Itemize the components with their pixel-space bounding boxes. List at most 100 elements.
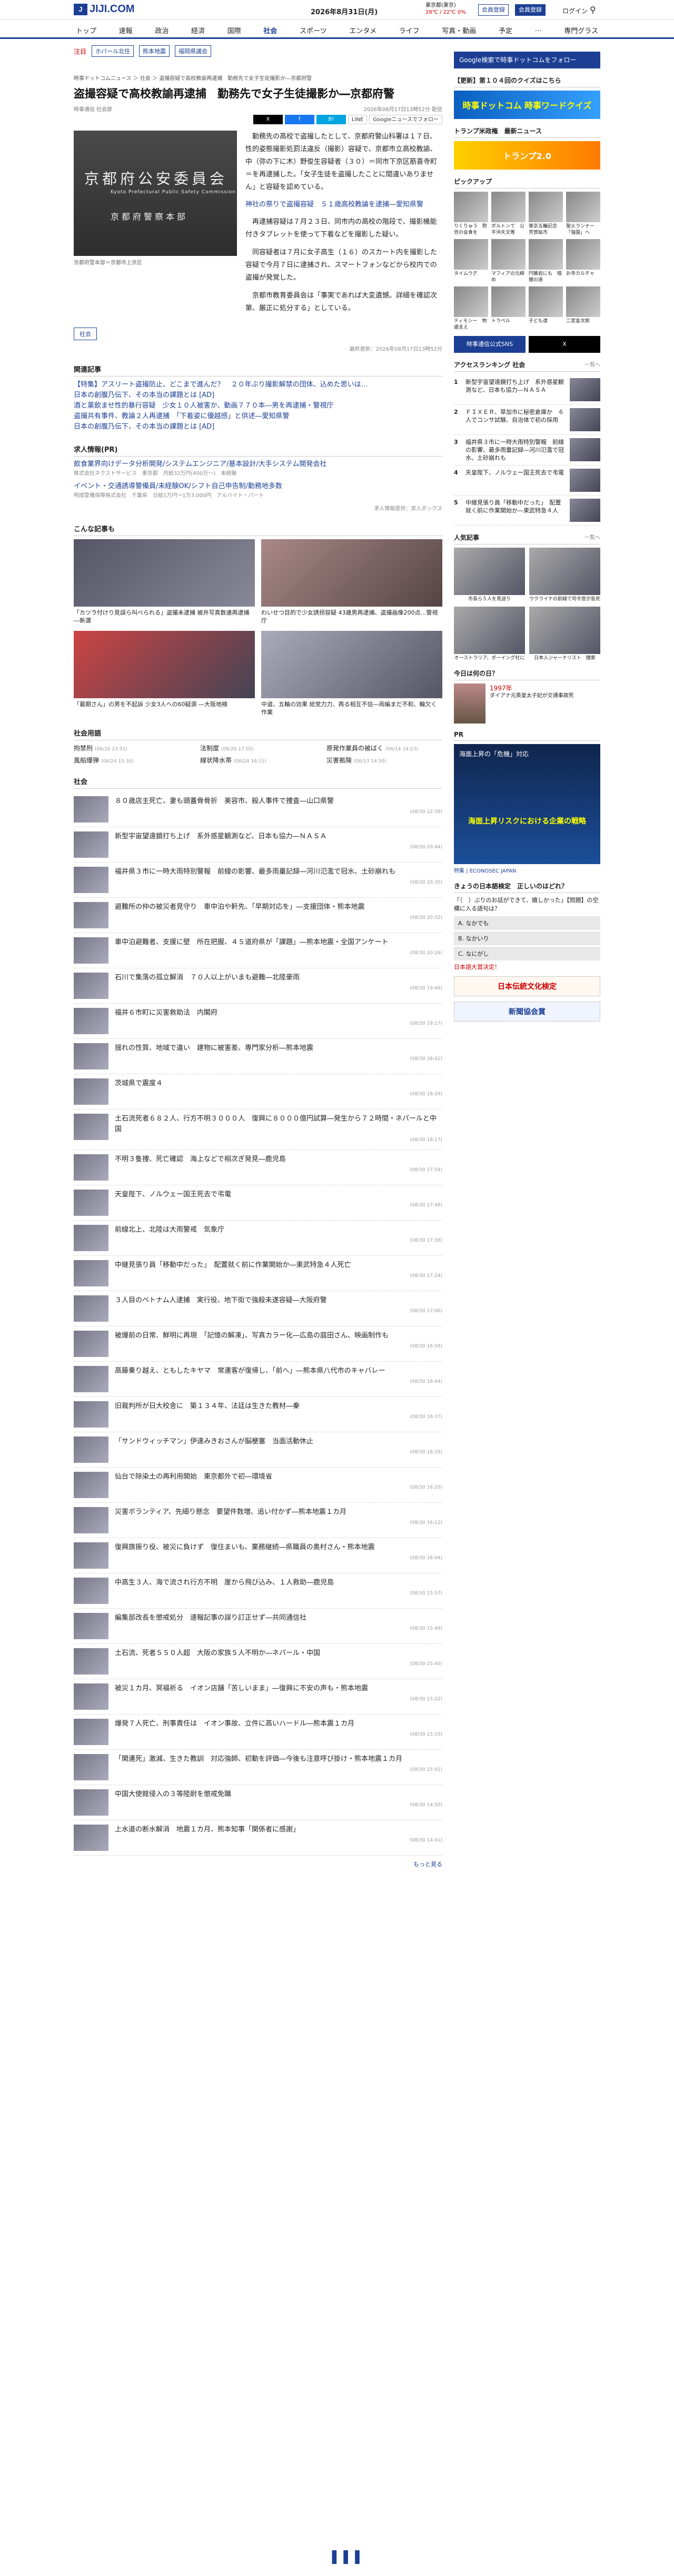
- recommend-card[interactable]: 「カツラ付けり見誤ら叫べられる」盗撮未逮捕 被弁写真数連再逮捕―新選: [74, 539, 255, 625]
- ranking-item[interactable]: 1 新型宇宙望遠鏡打ち上げ 系外惑星観測など、日本も協力―ＮＡＳＡ: [454, 375, 600, 405]
- nav-item[interactable]: トップ: [74, 24, 98, 36]
- pickup-item[interactable]: 東京五輪記念 芳賀紘市: [529, 192, 563, 236]
- pickup-item[interactable]: お寺カルチャ: [566, 239, 600, 283]
- nav-item[interactable]: エンタメ: [347, 24, 379, 36]
- trending-tag[interactable]: 福岡県議会: [175, 45, 212, 57]
- keyword-item[interactable]: 法制度 (06/26 17:05): [200, 744, 316, 752]
- society-item[interactable]: 土石流、死者５５０人超 大阪の家族５人不明か―ネパール・中国 (08/30 15:…: [74, 1644, 442, 1679]
- recommend-card[interactable]: わいせつ目的で少女誘拐容疑 43歳男再逮捕、盗撮画像200点…警視庁: [261, 539, 442, 625]
- nav-item[interactable]: 国際: [225, 24, 243, 36]
- pickup-item[interactable]: りくりゅう 慰労の会食を: [454, 192, 488, 236]
- pickup-item[interactable]: 円錐岩にも 暗闇の道: [529, 239, 563, 283]
- pickup-item[interactable]: ティモシー 物語支え: [454, 286, 488, 331]
- ranking-item[interactable]: 5 中継見張り員「移動中だった」 配置就く前に作業開始か―東武特急４人: [454, 496, 600, 526]
- popular-item[interactable]: オーストラリア、ボーイング社に: [454, 607, 525, 661]
- society-item[interactable]: 前線北上、北陸は大雨警戒 気象庁 (08/30 17:36): [74, 1221, 442, 1256]
- society-item[interactable]: 災害ボランティア、先細り懸念 要望件数増、追い付かず―熊本地震１カ月 (08/30…: [74, 1503, 442, 1538]
- today-item[interactable]: 1997年 ダイアナ元英皇太子妃が交通事故死: [454, 683, 600, 724]
- related-item[interactable]: 日本の創腹乃伝下、その本当の課題とは [AD]: [74, 390, 442, 401]
- jquiz-option[interactable]: A. なかでも: [454, 916, 600, 930]
- society-item[interactable]: 土石流死者６８２人、行方不明３０００人 復興に８０００億円試算―発生から７２時間…: [74, 1109, 442, 1150]
- society-item[interactable]: 中国大使館侵入の３等陸尉を懲戒免職 (08/30 14:50): [74, 1785, 442, 1820]
- society-item[interactable]: 爆発７人死亡、刑事責任は イオン事故、立件に高いハードル―熊本震１カ月 (08/3…: [74, 1715, 442, 1750]
- google-follow-button[interactable]: Google検索で時事ドットコムをフォロー: [454, 52, 600, 68]
- recommend-card[interactable]: 中道、五輪の効果 総党力力、再る相互不信―両編まだ不和、輪欠く作業: [261, 631, 442, 716]
- society-item[interactable]: 石川で集落の孤立解消 ７０人以上がいまも避難―北陸豪雨 (08/30 19:46): [74, 968, 442, 1004]
- society-item[interactable]: 旧裁判所が日大校舎に 築１３４年、法廷は生きた教材―秦 (08/30 16:37): [74, 1397, 442, 1432]
- nav-item[interactable]: 政治: [153, 24, 171, 36]
- weather-widget[interactable]: 東京都(東京) 28℃ / 22℃ 0%: [425, 2, 466, 16]
- nav-item[interactable]: 経済: [189, 24, 207, 36]
- member-signup-button[interactable]: 会員登録: [478, 4, 509, 16]
- trending-tag[interactable]: 熊本地震: [139, 45, 170, 57]
- nav-item[interactable]: ライフ: [397, 24, 422, 36]
- nav-item[interactable]: 社会: [261, 24, 279, 36]
- related-item[interactable]: 日本の創腹乃伝下、その本当の課題とは [AD]: [74, 422, 442, 432]
- jquiz-answer-link[interactable]: 日本語大賞決定！: [454, 963, 600, 971]
- quiz-heading[interactable]: 【更新】第１０４回のクイズはこちら: [454, 76, 561, 85]
- popular-more-link[interactable]: 一覧へ: [584, 533, 600, 542]
- society-item[interactable]: 上水道の断水解消 地震１カ月、熊本知事「関係者に感謝」 (08/30 14:41): [74, 1820, 442, 1856]
- society-item[interactable]: 中高生３人、海で流され行方不明 崖から飛び込み、１人救助―鹿児島 (08/30 1…: [74, 1573, 442, 1609]
- share-x-button[interactable]: X: [253, 115, 283, 124]
- site-logo[interactable]: J JIJI.COM: [74, 3, 135, 15]
- pickup-item[interactable]: マフィアの元締め: [491, 239, 526, 283]
- society-item[interactable]: 福井６市町に災害救助法 内閣府 (08/30 19:17): [74, 1004, 442, 1039]
- trump-banner[interactable]: トランプ2.0: [454, 141, 600, 170]
- society-item[interactable]: 仙台で除染土の再利用開始 東京都外で初―環境省 (08/30 16:20): [74, 1468, 442, 1503]
- newspaper-award-banner[interactable]: 新聞協会賞: [454, 1002, 600, 1022]
- society-item[interactable]: ８０歳店主死亡、妻も頭蓋骨骨折 美容市、殺人事件で捜査―山口県警 (08/30 2…: [74, 792, 442, 827]
- keyword-item[interactable]: 風船爆弾 (06/24 15:30): [74, 756, 190, 765]
- society-item[interactable]: 不明３隻捜、死亡確認 海上などで相次ぎ発見―鹿児島 (08/30 17:54): [74, 1150, 442, 1185]
- popular-item[interactable]: 日本人ジャーナリスト 捜索: [529, 607, 600, 661]
- ranking-item[interactable]: 3 福井県３市に一時大雨特別警報 前線の影響、最多雨量記録―河川氾濫で冠水、土砂崩…: [454, 435, 600, 465]
- society-item[interactable]: 「関連死」激減、生きた教訓 対応強師、初動を評価―今後も注意呼び掛け・熊本地震１…: [74, 1750, 442, 1785]
- society-item[interactable]: 車中泊避難者、支援に壁 所在把握、４５道府県が「課題」―熊本地震・全国アンケート…: [74, 933, 442, 968]
- register-button[interactable]: 会員登録: [515, 4, 546, 16]
- jquiz-option[interactable]: B. なかいり: [454, 932, 600, 945]
- pickup-item[interactable]: 聖火ランナー「強国」へ: [566, 192, 600, 236]
- category-tag[interactable]: 社会: [74, 328, 97, 340]
- job-item[interactable]: イベント・交通誘導警備員/未経験OK/シフト自己申告制/勤務地多数 明成警備保障株…: [74, 482, 442, 501]
- jquiz-option[interactable]: C. なにがし: [454, 947, 600, 960]
- share-hatena-button[interactable]: B!: [316, 115, 346, 124]
- bunka-kentei-banner[interactable]: 日本伝統文化検定: [454, 976, 600, 996]
- society-item[interactable]: 被爆前の日常、鮮明に再現 「記憶の解凍」、写真カラー化―広島の庭田さん、映画制作…: [74, 1326, 442, 1362]
- quiz-banner[interactable]: 時事ドットコム 時事ワードクイズ: [454, 91, 600, 119]
- society-item[interactable]: 天皇陛下、ノルウェー国王死去で弔電 (08/30 17:48): [74, 1185, 442, 1221]
- ad-banner[interactable]: 海面上昇の「危機」対応 海面上昇リスクにおける企業の戦略: [454, 744, 600, 864]
- inline-related-link[interactable]: 神社の祭りで盗撮容疑 ５１歳高校教論を逮捕―愛知県警: [245, 199, 442, 211]
- ranking-item[interactable]: 2 ＦＩＸＥＲ、草加市に秘密倉庫か ６人でコンサ試験、自治体で初の採用: [454, 405, 600, 435]
- ranking-more-link[interactable]: 一覧へ: [584, 360, 600, 369]
- popular-item[interactable]: 市長ら５人を見送り: [454, 548, 525, 602]
- society-item[interactable]: 復興旗振り役、被災に負けず 復住まいも、業務継続―県職員の奥村さん・熊本地震 (0…: [74, 1538, 442, 1573]
- society-item[interactable]: 高藤乗り越え、ともしたキヤマ 常連客が復帰し、「前へ」―熊本県八代市のキャバレー…: [74, 1362, 442, 1397]
- society-item[interactable]: 編集部改長を懲戒処分 速報記事の誤り訂正せず―共同通信社 (08/30 15:49…: [74, 1609, 442, 1644]
- trump-heading[interactable]: トランプ米政権 最新ニュース: [454, 126, 542, 135]
- pickup-item[interactable]: タイムラグ: [454, 239, 488, 283]
- society-item[interactable]: 被災１カ月、冥福祈る イオン店舗「苦しいまま」―復興に不安の声も・熊本地震 (08…: [74, 1679, 442, 1715]
- related-item[interactable]: 酒と薬飲ませ性的暴行容疑 少女１０人被害か、動画７７０本―男を再逮捕・警視庁: [74, 401, 442, 411]
- google-news-follow-button[interactable]: Googleニュースでフォロー: [369, 115, 442, 124]
- login-link[interactable]: ログイン: [562, 6, 588, 15]
- nav-item[interactable]: 速報: [117, 24, 135, 36]
- ranking-item[interactable]: 4 天皇陛下、ノルウェー国王死去で弔電: [454, 465, 600, 496]
- nav-item[interactable]: 予定: [497, 24, 514, 36]
- related-item[interactable]: 【特集】アスリート盗撮防止、どこまで進んだ？ ２０年ぶり撮影解禁の団体、込めた思…: [74, 380, 442, 390]
- nav-item[interactable]: 専門グラス: [562, 24, 600, 36]
- nav-item[interactable]: …: [533, 24, 544, 36]
- pickup-item[interactable]: トラベル: [491, 286, 526, 331]
- breadcrumb[interactable]: 時事ドットコムニュース ＞ 社会 ＞ 盗撮容疑で高校教諭再逮捕 勤務先で女子生徒…: [74, 74, 442, 82]
- society-item[interactable]: 福井県３市に一時大雨特別警報 前線の影響、最多雨量記録―河川氾濫で冠水、土砂崩れ…: [74, 863, 442, 898]
- pickup-item[interactable]: 子ども達: [529, 286, 563, 331]
- article-photo[interactable]: 京都府公安委員会 Kyoto Prefectural Public Safety…: [74, 131, 237, 256]
- recommend-card[interactable]: 「最期さん」の男を不起訴 少女3人への60疑源 ―大阪地検: [74, 631, 255, 716]
- pickup-item[interactable]: 二宮金次郎: [566, 286, 600, 331]
- sns-button[interactable]: 時事通信公式SNS: [454, 336, 526, 353]
- society-item[interactable]: 「サンドウィッチマン」伊達みきおさんが脳梗塞 当面活動休止 (08/30 16:2…: [74, 1432, 442, 1468]
- ad-footer[interactable]: 特集 | ECONOSEC JAPAN: [454, 866, 600, 874]
- more-link[interactable]: もっと見る: [74, 1860, 442, 1868]
- society-item[interactable]: 避難所の仲の被災者見守り 車中泊や軒先、「早期対応を」―支援団体・熊本地震 (08…: [74, 898, 442, 933]
- keyword-item[interactable]: 線状降水帯 (06/24 16:11): [200, 756, 316, 765]
- search-icon[interactable]: ⚲: [590, 5, 596, 15]
